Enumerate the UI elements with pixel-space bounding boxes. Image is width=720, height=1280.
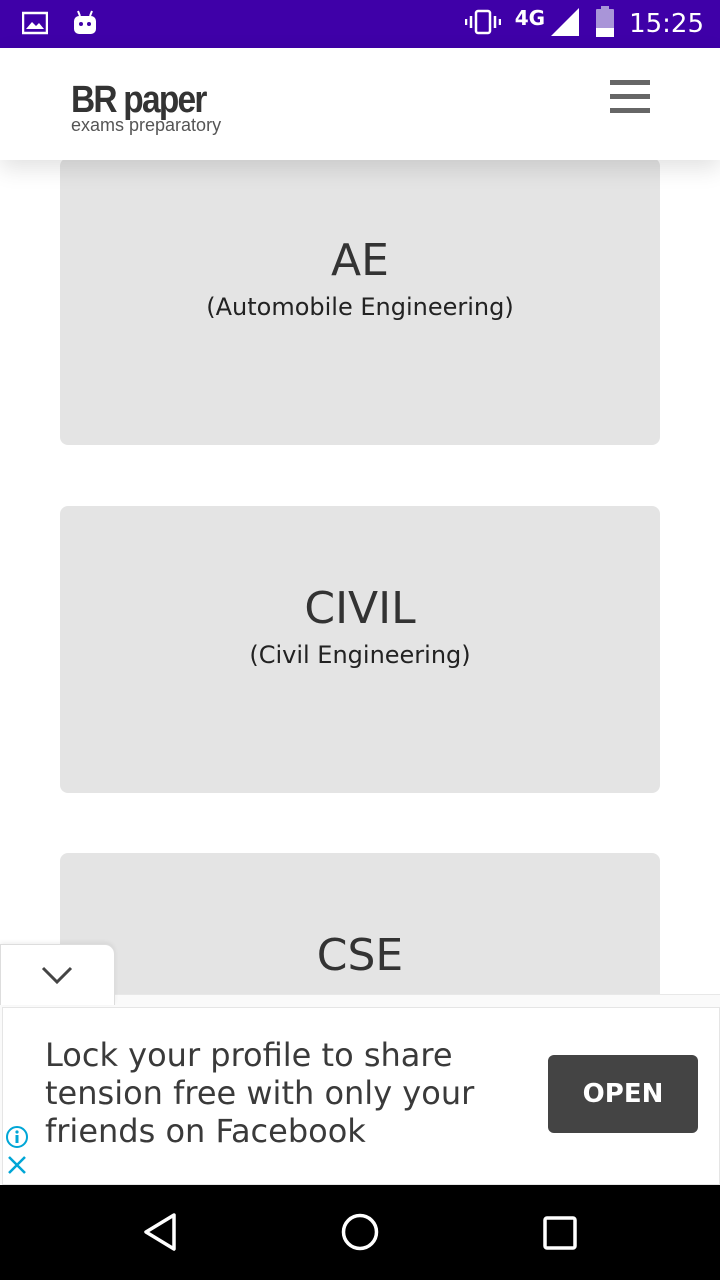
home-icon[interactable] (340, 1212, 380, 1257)
vibrate-icon (464, 9, 501, 40)
status-bar: 4G 15:25 (0, 0, 720, 48)
course-card-title: AE (331, 235, 389, 286)
recents-icon[interactable] (542, 1215, 578, 1256)
ad-collapse-button[interactable] (0, 944, 115, 1005)
hamburger-menu-icon[interactable] (610, 80, 650, 114)
site-logo[interactable]: BR paper exams preparatory (71, 79, 224, 134)
info-icon[interactable] (5, 1125, 29, 1154)
chevron-down-icon (41, 966, 73, 985)
android-icon (72, 10, 98, 41)
image-icon (21, 11, 49, 40)
battery-icon (595, 5, 615, 43)
close-icon[interactable] (7, 1155, 27, 1180)
logo-title: BR paper (71, 79, 207, 121)
network-type: 4G (514, 6, 546, 30)
back-icon[interactable] (142, 1212, 178, 1257)
course-card-civil[interactable]: CIVIL (Civil Engineering) (60, 506, 660, 793)
status-bar-left (21, 10, 98, 41)
course-card-title: CIVIL (304, 583, 416, 634)
ad-text: Lock your profile to share tension free … (45, 1036, 475, 1150)
course-card-title: CSE (316, 930, 404, 981)
course-card-subtitle: (Civil Engineering) (249, 641, 471, 669)
signal-icon (549, 7, 581, 42)
system-nav-bar (0, 1184, 720, 1280)
course-card-ae[interactable]: AE (Automobile Engineering) (60, 158, 660, 445)
ad-open-button[interactable]: OPEN (548, 1055, 698, 1133)
clock: 15:25 (629, 9, 704, 39)
site-header: BR paper exams preparatory (0, 48, 720, 160)
status-bar-right: 4G 15:25 (464, 0, 704, 48)
course-card-subtitle: (Automobile Engineering) (206, 293, 514, 321)
